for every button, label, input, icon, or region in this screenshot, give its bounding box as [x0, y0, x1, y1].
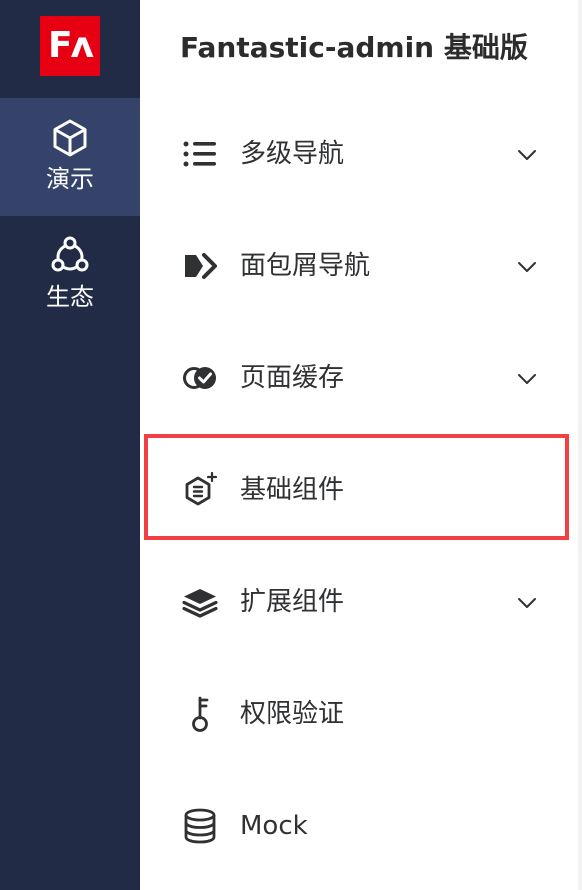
layers-icon — [182, 589, 218, 618]
chevron-down-icon — [518, 262, 536, 272]
panel-edge — [578, 0, 582, 890]
rail-item-label: 演示 — [46, 165, 94, 193]
rail-item-ecosystem[interactable]: 生态 — [0, 216, 140, 334]
breadcrumb-icon — [185, 253, 217, 279]
list-icon — [183, 141, 216, 167]
menu-item-extended-components[interactable]: 扩展组件 — [142, 552, 582, 652]
rail-item-label: 生态 — [46, 283, 94, 311]
menu-item-label: 基础组件 — [240, 475, 345, 505]
cube-icon — [53, 119, 87, 157]
menu-item-label: 权限验证 — [240, 699, 345, 729]
menu-item-multilevel-nav[interactable]: 多级导航 — [142, 104, 582, 204]
menu-item-permissions[interactable]: 权限验证 — [142, 664, 582, 764]
app-title: Fantastic-admin 基础版 — [180, 31, 528, 64]
main-sidebar: Fʌ 演示 生态 — [0, 0, 140, 890]
chevron-down-icon — [518, 598, 536, 608]
ecosystem-icon — [51, 236, 89, 272]
chevron-down-icon — [518, 374, 536, 384]
menu-item-label: 页面缓存 — [240, 363, 345, 393]
menu-item-label: 多级导航 — [240, 139, 345, 169]
menu-item-label: 扩展组件 — [240, 587, 345, 617]
menu-item-basic-components[interactable]: 基础组件 — [142, 440, 582, 540]
database-icon — [184, 808, 216, 844]
menu-item-page-cache[interactable]: 页面缓存 — [142, 328, 582, 428]
menu-item-label: Mock — [240, 811, 308, 841]
component-add-icon — [185, 472, 218, 506]
menu-item-label: 面包屑导航 — [240, 251, 371, 281]
cache-toggle-icon — [183, 367, 216, 389]
key-icon — [192, 696, 209, 732]
app-logo[interactable]: Fʌ — [40, 16, 100, 76]
menu-item-mock[interactable]: Mock — [142, 776, 582, 876]
rail-item-demo[interactable]: 演示 — [0, 98, 140, 216]
menu-item-breadcrumb-nav[interactable]: 面包屑导航 — [142, 216, 582, 316]
chevron-down-icon — [518, 150, 536, 160]
